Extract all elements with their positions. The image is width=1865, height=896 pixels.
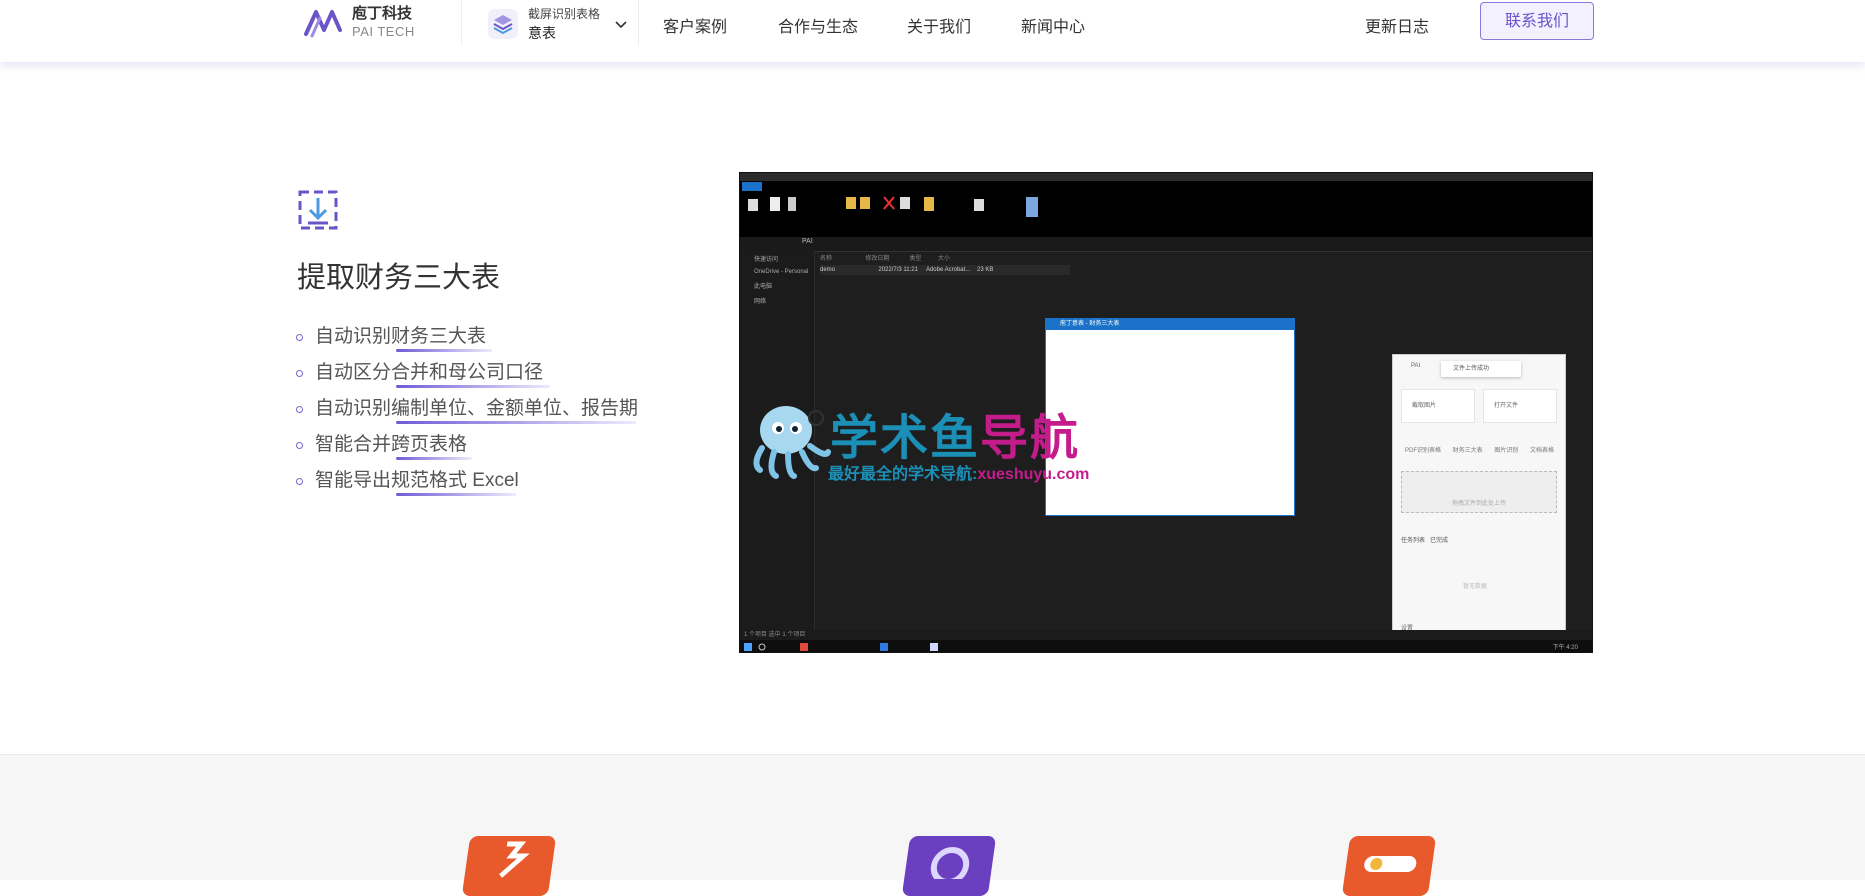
- nav-partners[interactable]: 合作与生态: [778, 13, 858, 37]
- taskbar-clock: 下午 4:20: [1552, 645, 1578, 651]
- lightning-icon[interactable]: [461, 836, 557, 896]
- capture-card[interactable]: 截取图片: [1401, 389, 1475, 423]
- file-row[interactable]: demo 2022/7/3 11:21 Adobe Acrobat... 23 …: [820, 265, 1070, 275]
- search-icon[interactable]: [901, 836, 997, 896]
- list-item: 智能合并跨页表格: [296, 430, 638, 466]
- list-item: 智能导出规范格式 Excel: [296, 466, 638, 502]
- feature-title: 提取财务三大表: [297, 262, 501, 294]
- feature-highlight: 编制单位、金额单位、报告期: [391, 398, 639, 419]
- column-headers: 名称 修改日期 类型 大小: [820, 256, 951, 262]
- feature-highlight: 合并和母公司口径: [391, 362, 544, 383]
- highlight-underline: [396, 493, 516, 496]
- octopus-mascot-icon: [753, 406, 831, 479]
- highlight-underline: [396, 385, 550, 388]
- chevron-down-icon: [615, 21, 627, 29]
- sidebar-item[interactable]: 快速访问: [740, 251, 814, 266]
- list-item: 自动识别财务三大表: [296, 322, 638, 358]
- layers-icon: [488, 9, 518, 39]
- product-subtitle: 截屏识别表格: [528, 7, 601, 21]
- highlight-underline: [396, 421, 636, 424]
- upload-dropzone[interactable]: 拖拽文件到此处上传: [1401, 471, 1557, 513]
- logo[interactable]: 庖丁科技 PAI TECH: [302, 4, 415, 42]
- feature-highlight: 规范格式: [391, 470, 468, 491]
- divider: [461, 0, 462, 46]
- divider: [638, 0, 639, 46]
- success-toast: 文件上传成功: [1441, 361, 1521, 377]
- list-item: 自动识别编制单位、金额单位、报告期: [296, 394, 638, 430]
- nav-about-us[interactable]: 关于我们: [907, 13, 971, 37]
- empty-state: 暂无数据: [1463, 584, 1488, 590]
- top-header: 庖丁科技 PAI TECH 截屏识别表格 意表 客户案例 合作与生态 关于我们 …: [0, 0, 1865, 62]
- toggle-icon[interactable]: [1341, 836, 1437, 896]
- feature-highlight: 财务三大表: [391, 326, 487, 347]
- panel-tabs[interactable]: PDF识别表格 财务三大表 图片识别 文档表格: [1405, 445, 1554, 454]
- sidebar-item[interactable]: 网络: [740, 293, 814, 308]
- watermark: 学术鱼导航 最好最全的学术导航:xueshuyu.com: [746, 396, 1126, 486]
- app-side-panel: PAI 文件上传成功 截取图片 打开文件 PDF识别表格 财务三大表 图片识别 …: [1392, 354, 1566, 639]
- ribbon-icons: [748, 196, 1038, 217]
- feature-highlight: 跨页表格: [391, 434, 468, 455]
- explorer-ribbon: [740, 181, 1592, 238]
- product-switcher[interactable]: 截屏识别表格 意表: [488, 5, 628, 43]
- explorer-status: 1 个项目 选中 1 个项目: [740, 630, 1592, 640]
- highlight-underline: [396, 349, 492, 352]
- ribbon-file-tab: [742, 182, 762, 191]
- feature-list: 自动识别财务三大表 自动区分合并和母公司口径 自动识别编制单位、金额单位、报告期…: [296, 322, 638, 502]
- logo-en: PAI TECH: [352, 24, 415, 39]
- sidebar-item[interactable]: OneDrive - Personal: [740, 266, 814, 278]
- contact-us-button[interactable]: 联系我们: [1480, 2, 1594, 40]
- sidebar-item[interactable]: 此电脑: [740, 278, 814, 293]
- task-tabs[interactable]: 任务列表 已完成: [1401, 535, 1448, 544]
- logo-icon: [304, 10, 342, 38]
- watermark-subtitle: 最好最全的学术导航:xueshuyu.com: [828, 466, 1090, 483]
- panel-brand: PAI: [1411, 363, 1421, 369]
- nav-changelog[interactable]: 更新日志: [1365, 13, 1429, 37]
- taskbar-icons: [744, 643, 938, 651]
- nav-customer-cases[interactable]: 客户案例: [663, 13, 727, 37]
- taskbar: 下午 4:20: [740, 640, 1592, 652]
- address-bar[interactable]: PAI: [740, 237, 1592, 252]
- logo-cn: 庖丁科技: [352, 5, 413, 22]
- dialog-title: 庖丁意表 - 财务三大表: [1046, 319, 1294, 330]
- highlight-underline: [396, 457, 472, 460]
- explorer-titlebar: [740, 173, 1592, 181]
- list-item: 自动区分合并和母公司口径: [296, 358, 638, 394]
- open-file-card[interactable]: 打开文件: [1483, 389, 1557, 423]
- watermark-title: 学术鱼导航: [830, 412, 1081, 465]
- product-name: 意表: [528, 25, 556, 41]
- download-icon: [298, 190, 338, 230]
- nav-news[interactable]: 新闻中心: [1021, 13, 1085, 37]
